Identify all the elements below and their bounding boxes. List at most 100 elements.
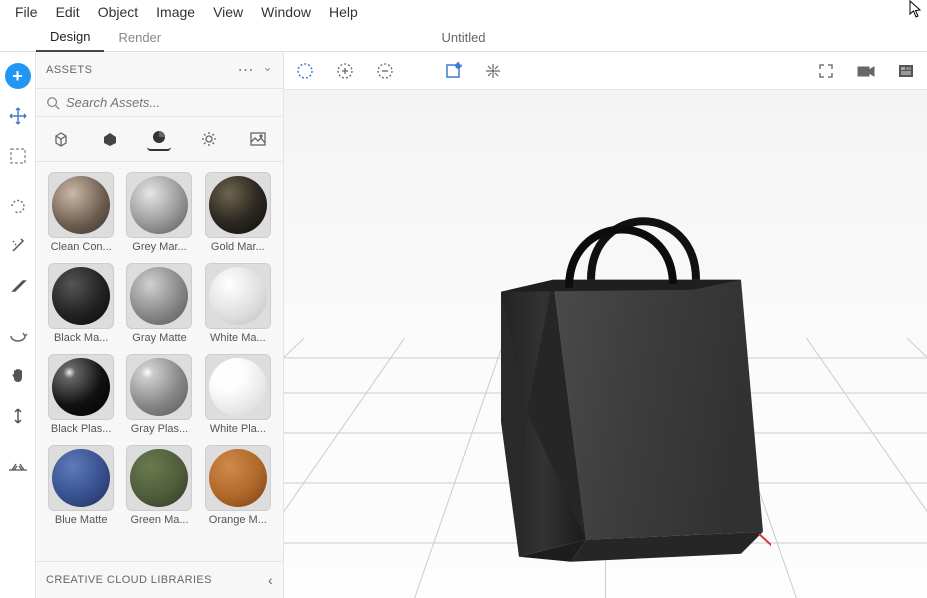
remove-from-selection-button[interactable] [374,60,396,82]
material-swatch[interactable]: Black Ma... [46,263,116,344]
material-swatch[interactable]: Gold Mar... [203,172,273,253]
materials-grid[interactable]: Clean Con... Grey Mar... Gold Mar... Black … [36,162,283,561]
material-sphere-icon [52,358,110,416]
material-swatch[interactable]: Green Ma... [124,445,194,526]
menubar: File Edit Object Image View Window Help [0,0,927,24]
menu-object[interactable]: Object [89,2,147,22]
category-lights[interactable] [197,127,221,151]
tab-render[interactable]: Render [104,24,175,51]
material-thumb [126,263,192,329]
3d-viewport[interactable] [284,90,927,598]
select-tool[interactable] [4,142,32,170]
material-swatch[interactable]: Orange M... [203,445,273,526]
material-label: Gray Matte [132,332,186,344]
material-thumb [126,172,192,238]
document-title: Untitled [441,30,485,45]
render-settings-button[interactable] [895,60,917,82]
tab-design[interactable]: Design [36,23,104,52]
material-label: White Pla... [210,423,266,435]
pan-tool[interactable] [4,362,32,390]
material-label: Gold Mar... [211,241,265,253]
assets-title: ASSETS [46,64,92,76]
material-thumb [126,445,192,511]
material-sphere-icon [52,176,110,234]
material-swatch[interactable]: Gray Plas... [124,354,194,435]
fullscreen-button[interactable] [815,60,837,82]
menu-image[interactable]: Image [147,2,204,22]
category-shapes[interactable] [98,127,122,151]
material-sphere-icon [130,176,188,234]
menu-edit[interactable]: Edit [47,2,89,22]
material-swatch[interactable]: White Ma... [203,263,273,344]
material-sphere-icon [209,358,267,416]
material-swatch[interactable]: Gray Matte [124,263,194,344]
category-materials[interactable] [147,127,171,151]
frame-button[interactable] [442,60,464,82]
add-to-selection-button[interactable] [334,60,356,82]
material-label: Gray Plas... [131,423,188,435]
category-models[interactable] [49,127,73,151]
eyedropper-tool[interactable] [4,272,32,300]
category-images[interactable] [246,127,270,151]
material-swatch[interactable]: Clean Con... [46,172,116,253]
wand-tool[interactable] [4,232,32,260]
material-sphere-icon [209,449,267,507]
orbit-tool[interactable] [4,322,32,350]
material-swatch[interactable]: White Pla... [203,354,273,435]
menu-file[interactable]: File [6,2,47,22]
shopping-bag-model[interactable] [441,162,771,572]
material-thumb [205,172,271,238]
material-thumb [126,354,192,420]
material-swatch[interactable]: Grey Mar... [124,172,194,253]
viewport-toolbar [284,52,927,90]
menu-window[interactable]: Window [252,2,320,22]
add-button[interactable]: + [4,62,32,90]
panel-menu-button[interactable]: ⋯ [237,60,254,80]
search-input[interactable] [66,95,273,110]
material-sphere-icon [130,267,188,325]
material-thumb [205,263,271,329]
dolly-tool[interactable] [4,402,32,430]
assets-search[interactable] [36,89,283,117]
material-thumb [48,445,114,511]
material-label: Black Plas... [51,423,112,435]
material-label: Clean Con... [51,241,112,253]
material-sphere-icon [52,449,110,507]
marquee-select-button[interactable] [294,60,316,82]
plus-icon: + [5,63,31,89]
horizon-tool[interactable] [4,452,32,480]
menu-help[interactable]: Help [320,2,367,22]
material-thumb [205,445,271,511]
material-thumb [48,172,114,238]
material-label: Green Ma... [130,514,188,526]
viewport-area [284,52,927,598]
move-tool[interactable] [4,102,32,130]
material-swatch[interactable]: Black Plas... [46,354,116,435]
snap-button[interactable] [482,60,504,82]
material-label: Blue Matte [55,514,108,526]
chevron-left-icon: ‹ [268,572,273,588]
material-thumb [48,354,114,420]
material-thumb [48,263,114,329]
cursor-icon [909,0,923,21]
cc-libraries-section[interactable]: CREATIVE CLOUD LIBRARIES ‹ [36,561,283,598]
panel-collapse-button[interactable]: ⌄ [262,60,273,80]
material-sphere-icon [130,449,188,507]
assets-header: ASSETS ⋯ ⌄ [36,52,283,89]
tool-strip: + [0,52,36,598]
undo-tool[interactable] [4,192,32,220]
material-sphere-icon [130,358,188,416]
cc-libraries-label: CREATIVE CLOUD LIBRARIES [46,574,212,586]
material-sphere-icon [209,267,267,325]
material-label: White Ma... [210,332,266,344]
material-label: Grey Mar... [132,241,186,253]
material-swatch[interactable]: Blue Matte [46,445,116,526]
material-sphere-icon [209,176,267,234]
workspace-tabs: Design Render Untitled [0,24,927,52]
material-label: Orange M... [209,514,267,526]
asset-categories [36,117,283,162]
menu-view[interactable]: View [204,2,252,22]
material-label: Black Ma... [54,332,108,344]
camera-button[interactable] [855,60,877,82]
material-sphere-icon [52,267,110,325]
